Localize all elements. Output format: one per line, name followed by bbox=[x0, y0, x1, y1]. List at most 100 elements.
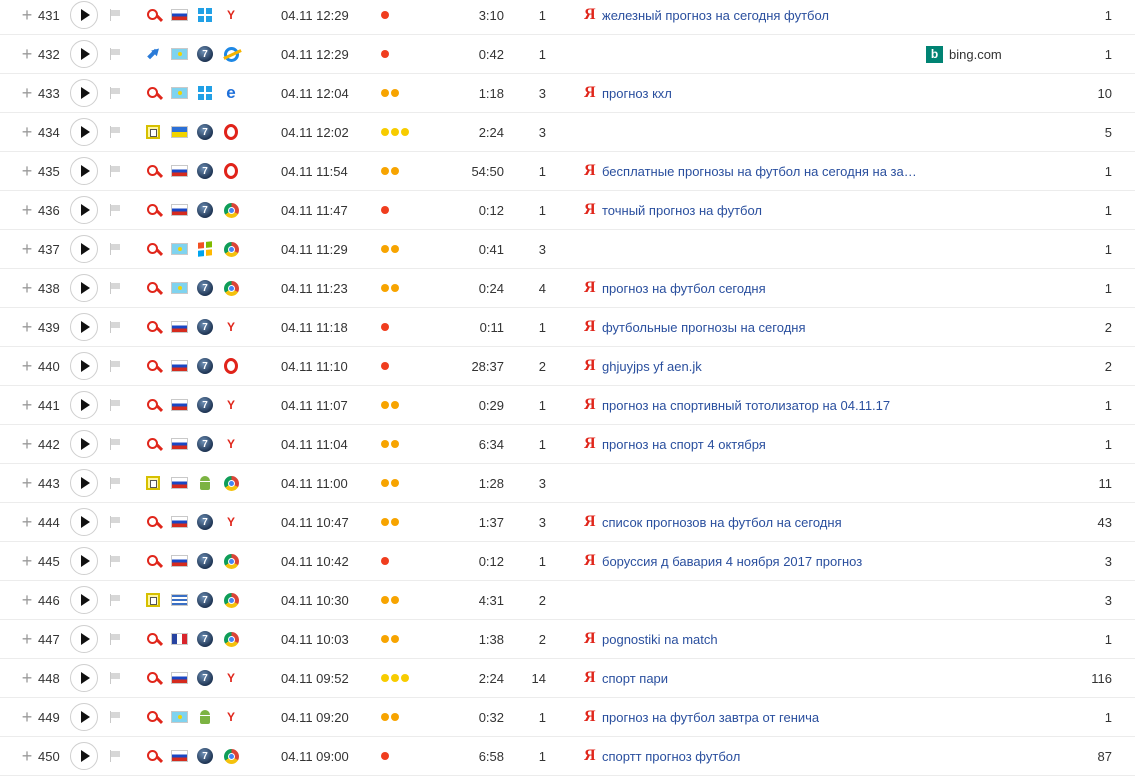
play-icon[interactable] bbox=[70, 664, 98, 692]
play-button[interactable] bbox=[70, 0, 98, 34]
play-icon[interactable] bbox=[70, 313, 98, 341]
play-icon[interactable] bbox=[70, 742, 98, 770]
flag-icon[interactable] bbox=[109, 191, 125, 229]
play-button[interactable] bbox=[70, 386, 98, 424]
play-button[interactable] bbox=[70, 35, 98, 73]
search-phrase-text[interactable]: прогноз на спорт 4 октября bbox=[602, 437, 766, 452]
play-button[interactable] bbox=[70, 74, 98, 112]
flag-icon[interactable] bbox=[109, 347, 125, 385]
play-icon[interactable] bbox=[70, 79, 98, 107]
search-phrase-text[interactable]: бесплатные прогнозы на футбол на сегодня… bbox=[602, 164, 922, 179]
expand-plus-icon[interactable]: + bbox=[20, 191, 34, 229]
expand-plus-icon[interactable]: + bbox=[20, 113, 34, 151]
table-row[interactable]: +449 Y 04.11 09:20 0:32 1 Япрогноз на футбол … bbox=[0, 698, 1135, 737]
play-button[interactable] bbox=[70, 542, 98, 580]
search-phrase-text[interactable]: футбольные прогнозы на сегодня bbox=[602, 320, 806, 335]
search-phrase-text[interactable]: pognostiki na match bbox=[602, 632, 718, 647]
play-button[interactable] bbox=[70, 737, 98, 775]
search-phrase-link[interactable]: футбольные прогнозы на сегодня bbox=[602, 308, 922, 346]
play-icon[interactable] bbox=[70, 547, 98, 575]
flag-icon[interactable] bbox=[109, 737, 125, 775]
search-phrase-link[interactable]: ghjuyjps yf aen.jk bbox=[602, 347, 922, 385]
flag-icon[interactable] bbox=[109, 230, 125, 268]
table-row[interactable]: +442 7 Y 04.11 11:04 6:34 1 Япрогноз на спорт … bbox=[0, 425, 1135, 464]
table-row[interactable]: +448 7 Y 04.11 09:52 2:24 14 Яспорт пари 116 bbox=[0, 659, 1135, 698]
expand-plus-icon[interactable]: + bbox=[20, 386, 34, 424]
search-phrase-link[interactable]: бесплатные прогнозы на футбол на сегодня… bbox=[602, 152, 922, 190]
expand-plus-icon[interactable]: + bbox=[20, 464, 34, 502]
table-row[interactable]: +445 7 04.11 10:42 0:12 1 Яборуссия д бавария… bbox=[0, 542, 1135, 581]
search-phrase-link[interactable]: прогноз на спорт 4 октября bbox=[602, 425, 922, 463]
flag-icon[interactable] bbox=[109, 425, 125, 463]
play-icon[interactable] bbox=[70, 1, 98, 29]
play-button[interactable] bbox=[70, 113, 98, 151]
play-button[interactable] bbox=[70, 581, 98, 619]
search-phrase-link[interactable]: прогноз кхл bbox=[602, 74, 922, 112]
play-button[interactable] bbox=[70, 191, 98, 229]
search-phrase-link[interactable]: спорт пари bbox=[602, 659, 922, 697]
play-button[interactable] bbox=[70, 698, 98, 736]
search-phrase-text[interactable]: точный прогноз на футбол bbox=[602, 203, 762, 218]
expand-plus-icon[interactable]: + bbox=[20, 230, 34, 268]
table-row[interactable]: +439 7 Y 04.11 11:18 0:11 1 Яфутбольные прогно… bbox=[0, 308, 1135, 347]
play-icon[interactable] bbox=[70, 118, 98, 146]
play-button[interactable] bbox=[70, 620, 98, 658]
play-icon[interactable] bbox=[70, 586, 98, 614]
search-phrase-text[interactable]: ghjuyjps yf aen.jk bbox=[602, 359, 702, 374]
expand-plus-icon[interactable]: + bbox=[20, 152, 34, 190]
search-phrase-link[interactable]: список прогнозов на футбол на сегодня bbox=[602, 503, 922, 541]
flag-icon[interactable] bbox=[109, 113, 125, 151]
table-row[interactable]: +438 7 04.11 11:23 0:24 4 Япрогноз на футбол … bbox=[0, 269, 1135, 308]
search-phrase-text[interactable]: железный прогноз на сегодня футбол bbox=[602, 8, 829, 23]
play-icon[interactable] bbox=[70, 196, 98, 224]
play-button[interactable] bbox=[70, 503, 98, 541]
table-row[interactable]: +435 7 04.11 11:54 54:50 1 Ябесплатные прогно… bbox=[0, 152, 1135, 191]
flag-icon[interactable] bbox=[109, 542, 125, 580]
referrer-link[interactable]: b bing.com bbox=[926, 35, 1046, 73]
referrer-text[interactable]: bing.com bbox=[949, 47, 1002, 62]
play-icon[interactable] bbox=[70, 625, 98, 653]
table-row[interactable]: +437 04.11 11:29 0:41 3 1 bbox=[0, 230, 1135, 269]
table-row[interactable]: +434 7 04.11 12:02 2:24 3 5 bbox=[0, 113, 1135, 152]
search-phrase-link[interactable]: прогноз на спортивный тотолизатор на 04.… bbox=[602, 386, 922, 424]
search-phrase-text[interactable]: список прогнозов на футбол на сегодня bbox=[602, 515, 842, 530]
search-phrase-link[interactable]: прогноз на футбол завтра от генича bbox=[602, 698, 922, 736]
search-phrase-link[interactable]: железный прогноз на сегодня футбол bbox=[602, 0, 922, 34]
table-row[interactable]: +444 7 Y 04.11 10:47 1:37 3 Ясписок прогнозов … bbox=[0, 503, 1135, 542]
expand-plus-icon[interactable]: + bbox=[20, 74, 34, 112]
search-phrase-text[interactable]: прогноз кхл bbox=[602, 86, 672, 101]
flag-icon[interactable] bbox=[109, 659, 125, 697]
search-phrase-link[interactable]: спортт прогноз футбол bbox=[602, 737, 922, 775]
play-icon[interactable] bbox=[70, 274, 98, 302]
expand-plus-icon[interactable]: + bbox=[20, 581, 34, 619]
flag-icon[interactable] bbox=[109, 152, 125, 190]
flag-icon[interactable] bbox=[109, 269, 125, 307]
play-icon[interactable] bbox=[70, 40, 98, 68]
play-button[interactable] bbox=[70, 230, 98, 268]
expand-plus-icon[interactable]: + bbox=[20, 542, 34, 580]
search-phrase-text[interactable]: спорт пари bbox=[602, 671, 668, 686]
play-icon[interactable] bbox=[70, 508, 98, 536]
flag-icon[interactable] bbox=[109, 74, 125, 112]
expand-plus-icon[interactable]: + bbox=[20, 737, 34, 775]
play-button[interactable] bbox=[70, 269, 98, 307]
search-phrase-link[interactable]: pognostiki na match bbox=[602, 620, 922, 658]
play-icon[interactable] bbox=[70, 430, 98, 458]
play-button[interactable] bbox=[70, 152, 98, 190]
play-icon[interactable] bbox=[70, 391, 98, 419]
flag-icon[interactable] bbox=[109, 0, 125, 34]
play-icon[interactable] bbox=[70, 352, 98, 380]
flag-icon[interactable] bbox=[109, 503, 125, 541]
expand-plus-icon[interactable]: + bbox=[20, 620, 34, 658]
table-row[interactable]: +440 7 04.11 11:10 28:37 2 Яghjuyjps yf aen.j… bbox=[0, 347, 1135, 386]
search-phrase-text[interactable]: спортт прогноз футбол bbox=[602, 749, 740, 764]
play-icon[interactable] bbox=[70, 469, 98, 497]
flag-icon[interactable] bbox=[109, 464, 125, 502]
search-phrase-text[interactable]: прогноз на футбол завтра от генича bbox=[602, 710, 819, 725]
table-row[interactable]: +443 04.11 11:00 1:28 3 11 bbox=[0, 464, 1135, 503]
flag-icon[interactable] bbox=[109, 35, 125, 73]
flag-icon[interactable] bbox=[109, 620, 125, 658]
expand-plus-icon[interactable]: + bbox=[20, 35, 34, 73]
search-phrase-link[interactable]: точный прогноз на футбол bbox=[602, 191, 922, 229]
expand-plus-icon[interactable]: + bbox=[20, 425, 34, 463]
